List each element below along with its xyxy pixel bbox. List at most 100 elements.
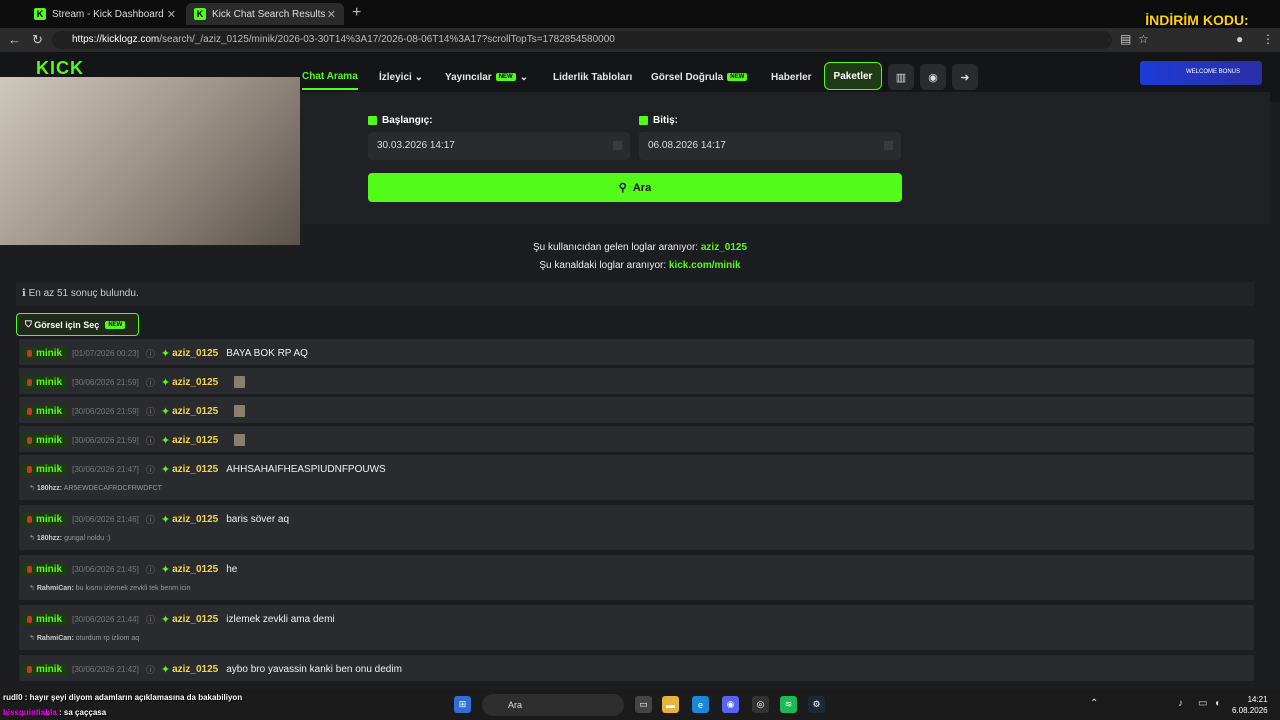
- channel-badge[interactable]: minik: [22, 346, 68, 360]
- channel-badge[interactable]: minik: [22, 375, 68, 389]
- spotify-icon[interactable]: ≋: [780, 696, 797, 713]
- bookmark-star-icon[interactable]: ☆: [1138, 32, 1149, 46]
- result-count-bar: ℹ En az 51 sonuç bulundu.: [16, 282, 1254, 306]
- nav-haberler[interactable]: Haberler: [771, 64, 812, 90]
- message-row: minik [30/06/2026 21:47] ⓘ ✦ aziz_0125 AHHSAH…: [19, 455, 1254, 500]
- info-icon[interactable]: ⓘ: [146, 663, 155, 676]
- channel-badge[interactable]: minik: [22, 404, 68, 418]
- message-username[interactable]: aziz_0125: [172, 464, 218, 475]
- edge-browser-icon[interactable]: e: [692, 696, 709, 713]
- message-timestamp: [30/06/2026 21:59]: [72, 377, 139, 387]
- nav-gorsel-dogrula[interactable]: Görsel Doğrula NEW: [651, 64, 748, 90]
- message-username[interactable]: aziz_0125: [172, 614, 218, 625]
- browser-tab-bar: K Stream - Kick Dashboard ✕ K Kick Chat …: [0, 0, 1280, 28]
- info-icon[interactable]: ⓘ: [146, 613, 155, 626]
- search-icon: ⚲: [618, 182, 627, 194]
- url-input[interactable]: https://kicklogz.com/search/_/aziz_0125/…: [52, 31, 1112, 49]
- message-row: minik [30/06/2026 21:44] ⓘ ✦ aziz_0125 izleme…: [19, 605, 1254, 650]
- info-circle-icon: ℹ: [22, 288, 26, 299]
- webcam-overlay: [0, 77, 300, 245]
- nav-label: Liderlik Tabloları: [553, 71, 633, 83]
- info-icon[interactable]: ⓘ: [146, 563, 155, 576]
- profile-avatar-icon[interactable]: ●: [1236, 32, 1243, 46]
- message-username[interactable]: aziz_0125: [172, 435, 218, 446]
- windows-start-icon[interactable]: ⊞: [454, 696, 471, 713]
- verified-badge-icon: ✦: [160, 663, 171, 676]
- message-username[interactable]: aziz_0125: [172, 348, 218, 359]
- channel-badge[interactable]: minik: [22, 612, 68, 626]
- message-timestamp: [30/06/2026 21:47]: [72, 464, 139, 474]
- steam-icon[interactable]: ⚙: [808, 696, 825, 713]
- paketler-button[interactable]: Paketler: [824, 62, 882, 90]
- discord-icon[interactable]: ◉: [920, 64, 946, 90]
- site-logo[interactable]: KICK: [36, 58, 84, 79]
- info-icon[interactable]: ⓘ: [146, 463, 155, 476]
- channel-badge[interactable]: minik: [22, 462, 68, 476]
- message-username[interactable]: aziz_0125: [172, 406, 218, 417]
- start-label: Başlangıç:: [368, 115, 433, 126]
- select-for-image-button[interactable]: ⛉ Görsel için Seç NEW: [16, 313, 139, 336]
- verified-badge-icon: ✦: [160, 347, 171, 360]
- tab-kick-dashboard[interactable]: K Stream - Kick Dashboard ✕: [26, 3, 184, 25]
- start-date-input[interactable]: 30.03.2026 14:17: [368, 132, 630, 160]
- channel-badge[interactable]: minik: [22, 433, 68, 447]
- message-row: minik [30/06/2026 21:46] ⓘ ✦ aziz_0125 baris …: [19, 505, 1254, 550]
- reload-icon[interactable]: ↻: [32, 32, 43, 48]
- taskbar-search[interactable]: Ara: [482, 694, 624, 716]
- nav-izleyici[interactable]: İzleyici ⌄: [379, 64, 423, 90]
- info-icon[interactable]: ⓘ: [146, 347, 155, 360]
- reply-username: 180hzz:: [36, 535, 63, 542]
- calendar-picker-icon[interactable]: [884, 141, 893, 150]
- tray-chevron-icon[interactable]: ⌃: [1090, 698, 1098, 709]
- message-username[interactable]: aziz_0125: [172, 377, 218, 388]
- reply-username: 180hzz:: [36, 485, 63, 492]
- calendar-icon: [639, 116, 648, 125]
- search-button[interactable]: ⚲ Ara: [368, 173, 902, 202]
- calendar-picker-icon[interactable]: [613, 141, 622, 150]
- info-icon[interactable]: ⓘ: [146, 434, 155, 447]
- info-icon[interactable]: ⓘ: [146, 405, 155, 418]
- mic-icon[interactable]: ♪: [1178, 698, 1183, 709]
- chat-overlay-line: rudl0 : hayır şeyi diyom adamların açıkl…: [3, 693, 243, 702]
- display-icon[interactable]: ▭: [1198, 698, 1207, 709]
- channel-badge[interactable]: minik: [22, 562, 68, 576]
- task-view-icon[interactable]: ▭: [635, 696, 652, 713]
- login-icon[interactable]: ➜: [952, 64, 978, 90]
- channel-badge[interactable]: minik: [22, 512, 68, 526]
- info-icon[interactable]: ⓘ: [146, 513, 155, 526]
- reply-text: AR5EWDECAFRDCFRWDFCT: [63, 485, 162, 492]
- message-timestamp: [30/06/2026 21:59]: [72, 406, 139, 416]
- reader-icon[interactable]: ▤: [1120, 32, 1131, 46]
- select-label: Görsel için Seç: [34, 319, 100, 330]
- message-username[interactable]: aziz_0125: [172, 564, 218, 575]
- address-bar-row: ← ↻ https://kicklogz.com/search/_/aziz_0…: [0, 28, 1280, 52]
- app-icon[interactable]: ◎: [752, 696, 769, 713]
- back-arrow-icon[interactable]: ←: [8, 32, 21, 47]
- volume-icon[interactable]: ◖: [1214, 698, 1220, 709]
- message-row: minik [30/06/2026 21:59] ⓘ ✦ aziz_0125: [19, 368, 1254, 394]
- nav-yayincilar[interactable]: Yayıncılar NEW ⌄: [445, 64, 528, 90]
- message-username[interactable]: aziz_0125: [172, 514, 218, 525]
- message-username[interactable]: aziz_0125: [172, 664, 218, 675]
- file-explorer-icon[interactable]: ▬: [662, 696, 679, 713]
- stats-chart-icon[interactable]: ▥: [888, 64, 914, 90]
- system-clock[interactable]: 14:21 6.08.2026: [1232, 694, 1268, 716]
- ad-banner[interactable]: WELCOME BONUS: [1140, 61, 1262, 85]
- nav-label: Yayıncılar: [445, 71, 492, 83]
- end-date-input[interactable]: 06.08.2026 14:17: [639, 132, 901, 160]
- end-label: Bitiş:: [639, 115, 678, 126]
- message-timestamp: [30/06/2026 21:44]: [72, 614, 139, 624]
- nav-chat-arama[interactable]: Chat Arama: [302, 64, 358, 90]
- close-tab-icon[interactable]: ✕: [327, 8, 336, 21]
- menu-dots-icon[interactable]: ⋮: [1262, 32, 1274, 46]
- searched-channel[interactable]: kick.com/minik: [669, 260, 741, 271]
- clock-time: 14:21: [1247, 695, 1268, 704]
- chat-overlay-text: : sa çaççasa: [59, 708, 107, 717]
- nav-liderlik[interactable]: Liderlik Tabloları: [553, 64, 632, 90]
- info-icon[interactable]: ⓘ: [146, 376, 155, 389]
- discord-taskbar-icon[interactable]: ◉: [722, 696, 739, 713]
- channel-badge[interactable]: minik: [22, 662, 68, 676]
- tab-chat-search[interactable]: K Kick Chat Search Results ✕: [186, 3, 344, 25]
- new-tab-icon[interactable]: +: [352, 4, 361, 22]
- close-tab-icon[interactable]: ✕: [167, 8, 176, 21]
